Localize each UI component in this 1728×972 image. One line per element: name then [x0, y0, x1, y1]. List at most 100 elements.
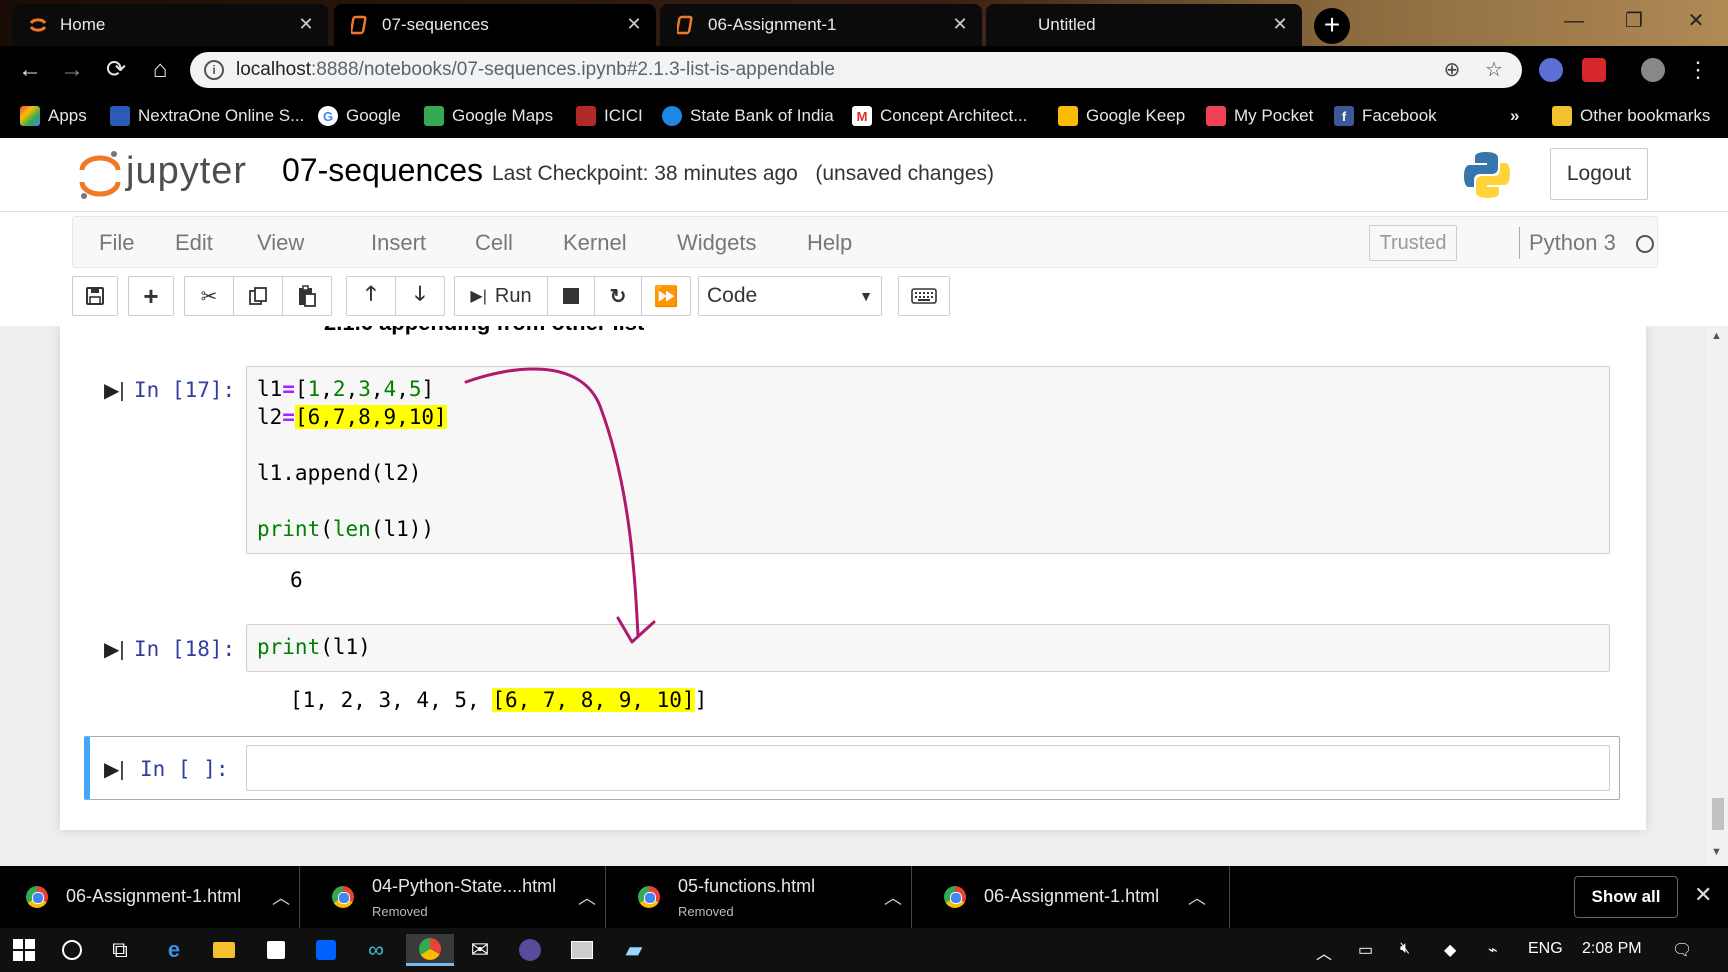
clock[interactable]: 2:08 PM: [1582, 940, 1642, 958]
cut-button[interactable]: ✂: [184, 276, 234, 316]
logout-button[interactable]: Logout: [1550, 148, 1648, 200]
close-tab-icon[interactable]: ✕: [294, 12, 318, 36]
chevron-up-icon[interactable]: ︿: [1188, 884, 1206, 910]
close-tab-icon[interactable]: ✕: [948, 12, 972, 36]
tab-home[interactable]: Home ✕: [12, 4, 328, 46]
extension-icon[interactable]: [1582, 58, 1606, 82]
back-icon[interactable]: ←: [14, 54, 46, 86]
restore-icon[interactable]: ❐: [1614, 6, 1654, 36]
bookmark-nextraone[interactable]: NextraOne Online S...: [110, 104, 304, 128]
menu-edit[interactable]: Edit: [175, 230, 213, 256]
menu-dots-icon[interactable]: ⋮: [1682, 54, 1714, 86]
action-center-icon[interactable]: 🗨︎: [1672, 940, 1692, 960]
chevron-up-icon[interactable]: ︿: [884, 884, 902, 910]
show-hidden-icons-icon[interactable]: ︿: [1316, 940, 1332, 964]
dropbox-icon[interactable]: [306, 934, 346, 966]
reload-icon[interactable]: ⟳: [100, 54, 132, 86]
notebook-name[interactable]: 07-sequences: [282, 152, 483, 189]
profile-avatar-icon[interactable]: [1641, 58, 1665, 82]
chrome-taskbar-icon[interactable]: [406, 934, 454, 966]
insert-cell-button[interactable]: +: [128, 276, 174, 316]
mail-icon[interactable]: ✉: [460, 934, 500, 966]
bookmark-facebook[interactable]: f Facebook: [1334, 104, 1437, 128]
interrupt-button[interactable]: [547, 276, 595, 316]
notebook-scroll-area[interactable]: 2.1.6 appending from other list ▶︎| In […: [0, 326, 1728, 866]
menu-view[interactable]: View: [257, 230, 304, 256]
scroll-down-icon[interactable]: ▼: [1711, 846, 1722, 858]
run-button[interactable]: ▶︎| Run: [454, 276, 548, 316]
close-tab-icon[interactable]: ✕: [1268, 12, 1292, 36]
tab-untitled[interactable]: Untitled ✕: [986, 4, 1302, 46]
extension-icon[interactable]: [1539, 58, 1563, 82]
trusted-badge[interactable]: Trusted: [1369, 225, 1457, 261]
battery-icon[interactable]: ▭: [1358, 940, 1373, 960]
forward-icon[interactable]: →: [56, 54, 88, 86]
arduino-icon[interactable]: ∞: [356, 934, 396, 966]
notes-app-icon[interactable]: ▰: [614, 934, 654, 966]
restart-button[interactable]: ↻: [594, 276, 642, 316]
menu-insert[interactable]: Insert: [371, 230, 426, 256]
bookmarks-overflow-button[interactable]: »: [1510, 104, 1519, 128]
menu-file[interactable]: File: [99, 230, 134, 256]
home-icon[interactable]: ⌂: [144, 54, 176, 86]
vertical-scrollbar[interactable]: ▲ ▼: [1706, 326, 1728, 866]
cortana-search-icon[interactable]: [52, 934, 92, 966]
tab-06-assignment-1[interactable]: 06-Assignment-1 ✕: [660, 4, 982, 46]
chevron-up-icon[interactable]: ︿: [272, 884, 290, 910]
menu-widgets[interactable]: Widgets: [677, 230, 756, 256]
copy-button[interactable]: [233, 276, 283, 316]
jupyter-logo[interactable]: jupyter: [78, 148, 268, 202]
notebook-favicon-icon: [676, 15, 696, 35]
bookmark-star-icon[interactable]: ☆: [1482, 58, 1506, 82]
command-palette-button[interactable]: [898, 276, 950, 316]
save-button[interactable]: [72, 276, 118, 316]
tab-title: Home: [60, 15, 106, 34]
download-item[interactable]: 05-functions.html Removed ︿: [612, 866, 912, 928]
cell-type-select[interactable]: Code ▼: [698, 276, 882, 316]
file-explorer-icon[interactable]: [204, 934, 244, 966]
minimize-icon[interactable]: —: [1554, 6, 1594, 36]
edge-browser-icon[interactable]: e: [154, 934, 194, 966]
bookmark-concept-architect[interactable]: M Concept Architect...: [852, 104, 1027, 128]
close-tab-icon[interactable]: ✕: [622, 12, 646, 36]
bookmark-other[interactable]: Other bookmarks: [1552, 104, 1710, 128]
store-icon[interactable]: [256, 934, 296, 966]
close-window-icon[interactable]: ✕: [1676, 6, 1716, 36]
bookmark-icici[interactable]: ICICI: [576, 104, 643, 128]
dropbox-tray-icon[interactable]: ◆: [1444, 940, 1456, 960]
new-tab-button[interactable]: +: [1314, 8, 1350, 44]
menu-cell[interactable]: Cell: [475, 230, 513, 256]
bookmark-my-pocket[interactable]: My Pocket: [1206, 104, 1313, 128]
paste-button[interactable]: [282, 276, 332, 316]
download-item[interactable]: 04-Python-State....html Removed ︿: [306, 866, 606, 928]
menu-kernel[interactable]: Kernel: [563, 230, 627, 256]
task-view-icon[interactable]: ⧉: [100, 934, 140, 966]
scroll-up-icon[interactable]: ▲: [1711, 330, 1722, 342]
bookmark-google[interactable]: G Google: [318, 104, 401, 128]
move-down-button[interactable]: 🡓: [395, 276, 445, 316]
eclipse-icon[interactable]: [510, 934, 550, 966]
terminal-icon[interactable]: [562, 934, 602, 966]
info-icon[interactable]: i: [204, 60, 224, 80]
restart-run-all-button[interactable]: ⏩: [641, 276, 691, 316]
bookmark-sbi[interactable]: State Bank of India: [662, 104, 834, 128]
language-indicator[interactable]: ENG: [1528, 940, 1563, 958]
show-all-downloads-button[interactable]: Show all: [1574, 876, 1678, 918]
menu-help[interactable]: Help: [807, 230, 852, 256]
chevron-up-icon[interactable]: ︿: [578, 884, 596, 910]
network-icon[interactable]: ⌁: [1488, 940, 1498, 960]
bookmark-google-keep[interactable]: Google Keep: [1058, 104, 1185, 128]
bookmark-google-maps[interactable]: Google Maps: [424, 104, 553, 128]
volume-muted-icon[interactable]: 🔇︎: [1400, 940, 1410, 958]
windows-start-icon[interactable]: [4, 934, 44, 966]
address-bar[interactable]: i localhost:8888/notebooks/07-sequences.…: [190, 52, 1522, 88]
close-download-bar-icon[interactable]: ✕: [1694, 882, 1712, 908]
tab-07-sequences[interactable]: 07-sequences ✕: [334, 4, 656, 46]
download-item[interactable]: 06-Assignment-1.html ︿: [918, 866, 1230, 928]
move-up-button[interactable]: 🡑: [346, 276, 396, 316]
stop-icon: [563, 288, 579, 304]
zoom-icon[interactable]: ⊕: [1440, 58, 1464, 82]
scrollbar-thumb[interactable]: [1712, 798, 1724, 830]
bookmark-apps[interactable]: Apps: [20, 104, 87, 128]
download-item[interactable]: 06-Assignment-1.html ︿: [0, 866, 300, 928]
